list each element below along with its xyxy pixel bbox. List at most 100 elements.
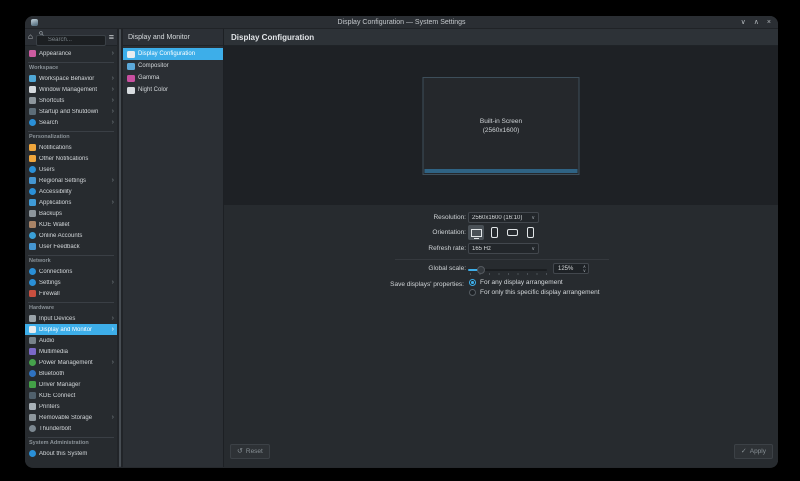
sidebar-item-regional-settings[interactable]: Regional Settings› bbox=[25, 175, 117, 186]
search-input[interactable] bbox=[36, 35, 106, 46]
sidebar-item-label: Thunderbolt bbox=[39, 426, 114, 432]
subcategory-item-display-configuration[interactable]: Display Configuration bbox=[123, 48, 223, 60]
sidebar-item-users[interactable]: Users bbox=[25, 164, 117, 175]
driver-manager-icon bbox=[29, 381, 36, 388]
subcategory-item-gamma[interactable]: Gamma bbox=[123, 72, 223, 84]
removable-storage-icon bbox=[29, 414, 36, 421]
subcategory-header: Display and Monitor bbox=[123, 29, 223, 46]
home-button[interactable]: ⌂ bbox=[28, 33, 33, 41]
subcategory-list: Display Configuration CompositorGammaNigh… bbox=[123, 46, 223, 96]
window-controls: ∨ ∧ × bbox=[741, 19, 771, 26]
apply-button[interactable]: ✓ Apply bbox=[734, 444, 773, 459]
sidebar-item-driver-manager[interactable]: Driver Manager bbox=[25, 379, 117, 390]
sidebar-item-shortcuts[interactable]: Shortcuts› bbox=[25, 95, 117, 106]
sidebar-item-label: Regional Settings bbox=[39, 178, 109, 184]
sidebar-item-workspace-behavior[interactable]: Workspace Behavior› bbox=[25, 73, 117, 84]
orientation-landscape-flipped-button[interactable] bbox=[504, 225, 520, 240]
landscape-flipped-monitor-icon bbox=[507, 229, 518, 236]
chevron-right-icon: › bbox=[112, 279, 114, 286]
thunderbolt-icon bbox=[29, 425, 36, 432]
sidebar-section-workspace: Workspace bbox=[28, 62, 114, 72]
global-scale-spinbox[interactable]: 125% ∧ ∨ bbox=[553, 263, 589, 274]
footer-bar: ↺ Reset ✓ Apply bbox=[224, 438, 778, 467]
global-scale-slider[interactable] bbox=[468, 266, 547, 274]
sidebar-item-firewall[interactable]: Firewall bbox=[25, 288, 117, 299]
sidebar-item-about-this-system[interactable]: About this System bbox=[25, 448, 117, 459]
chevron-right-icon: › bbox=[112, 199, 114, 206]
reset-button[interactable]: ↺ Reset bbox=[230, 444, 270, 459]
sidebar-item-accessibility[interactable]: Accessibility bbox=[25, 186, 117, 197]
sidebar-item-settings[interactable]: Settings› bbox=[25, 277, 117, 288]
sidebar-item-applications[interactable]: Applications› bbox=[25, 197, 117, 208]
sidebar-item-removable-storage[interactable]: Removable Storage› bbox=[25, 412, 117, 423]
sidebar-item-online-accounts[interactable]: Online Accounts bbox=[25, 230, 117, 241]
sidebar-item-label: Settings bbox=[39, 280, 109, 286]
refresh-rate-combobox[interactable]: 165 Hz ∨ bbox=[468, 243, 539, 254]
sidebar-item-label: Power Management bbox=[39, 360, 109, 366]
system-settings-app-icon bbox=[31, 19, 38, 26]
section-divider bbox=[395, 259, 609, 260]
sidebar-item-search[interactable]: Search› bbox=[25, 117, 117, 128]
subcategory-item-label: Display Configuration bbox=[138, 51, 195, 57]
sidebar-item-appearance[interactable]: Appearance› bbox=[25, 48, 117, 59]
orientation-landscape-button[interactable] bbox=[468, 225, 484, 240]
sidebar-item-connections[interactable]: Connections bbox=[25, 266, 117, 277]
shortcuts-icon bbox=[29, 97, 36, 104]
sidebar-item-power-management[interactable]: Power Management› bbox=[25, 357, 117, 368]
radio-checked-icon[interactable] bbox=[469, 279, 476, 286]
minimize-icon[interactable]: ∨ bbox=[741, 19, 746, 26]
builtin-screen-preview[interactable]: Built-in Screen (2560x1600) bbox=[423, 77, 580, 175]
sidebar-item-multimedia[interactable]: Multimedia bbox=[25, 346, 117, 357]
sidebar-item-audio[interactable]: Audio bbox=[25, 335, 117, 346]
portrait-flipped-monitor-icon bbox=[527, 227, 534, 238]
notifications-icon bbox=[29, 144, 36, 151]
landscape-monitor-icon bbox=[471, 229, 482, 237]
radio-any-arrangement[interactable]: For any display arrangement bbox=[469, 279, 563, 286]
spin-down-icon[interactable]: ∨ bbox=[583, 269, 586, 272]
kde-wallet-icon bbox=[29, 221, 36, 228]
sidebar-item-label: Backups bbox=[39, 211, 114, 217]
sidebar-item-kde-connect[interactable]: KDE Connect bbox=[25, 390, 117, 401]
slider-handle[interactable] bbox=[477, 266, 485, 274]
sidebar-item-notifications[interactable]: Notifications bbox=[25, 142, 117, 153]
display-configuration-icon bbox=[127, 51, 135, 58]
subcategory-item-compositor[interactable]: Compositor bbox=[123, 60, 223, 72]
sidebar-scrollbar[interactable] bbox=[119, 29, 121, 467]
sidebar-item-bluetooth[interactable]: Bluetooth bbox=[25, 368, 117, 379]
radio-specific-arrangement[interactable]: For only this specific display arrangeme… bbox=[469, 289, 600, 296]
window-body: ⌂ ≡ Appearance› WorkspaceWorkspace Behavi… bbox=[25, 29, 778, 467]
maximize-icon[interactable]: ∧ bbox=[754, 19, 759, 26]
sidebar-section-personalization: Personalization bbox=[28, 131, 114, 141]
main-panel: Display Configuration Built-in Screen (2… bbox=[224, 29, 778, 467]
sidebar-item-startup-and-shutdown[interactable]: Startup and Shutdown› bbox=[25, 106, 117, 117]
night-color-icon bbox=[127, 87, 135, 94]
sidebar-item-kde-wallet[interactable]: KDE Wallet bbox=[25, 219, 117, 230]
sidebar-item-backups[interactable]: Backups bbox=[25, 208, 117, 219]
resolution-combobox[interactable]: 2560x1600 (16:10) ∨ bbox=[468, 212, 539, 223]
sidebar-item-other-notifications[interactable]: Other Notifications bbox=[25, 153, 117, 164]
sidebar-item-printers[interactable]: Printers bbox=[25, 401, 117, 412]
subcategory-item-night-color[interactable]: Night Color bbox=[123, 84, 223, 96]
apply-label: Apply bbox=[750, 448, 766, 455]
sidebar-item-display-and-monitor[interactable]: Display and Monitor› bbox=[25, 324, 117, 335]
sidebar-item-label: Multimedia bbox=[39, 349, 114, 355]
refresh-rate-label: Refresh rate: bbox=[346, 245, 466, 252]
chevron-down-icon: ∨ bbox=[531, 215, 535, 221]
chevron-right-icon: › bbox=[112, 108, 114, 115]
radio-unchecked-icon[interactable] bbox=[469, 289, 476, 296]
orientation-portrait-flipped-button[interactable] bbox=[522, 225, 538, 240]
sidebar-section-system-administration: System Administration bbox=[28, 437, 114, 447]
hamburger-menu-button[interactable]: ≡ bbox=[109, 33, 114, 42]
global-scale-label: Global scale: bbox=[346, 265, 466, 272]
sidebar-toolbar: ⌂ ≡ bbox=[25, 29, 117, 46]
sidebar-item-thunderbolt[interactable]: Thunderbolt bbox=[25, 423, 117, 434]
close-icon[interactable]: × bbox=[767, 19, 771, 26]
reset-icon: ↺ bbox=[237, 448, 243, 455]
chevron-right-icon: › bbox=[112, 326, 114, 333]
titlebar[interactable]: Display Configuration — System Settings … bbox=[25, 16, 778, 29]
sidebar-item-window-management[interactable]: Window Management› bbox=[25, 84, 117, 95]
sidebar-item-input-devices[interactable]: Input Devices› bbox=[25, 313, 117, 324]
sidebar-item-user-feedback[interactable]: User Feedback bbox=[25, 241, 117, 252]
sidebar-item-label: About this System bbox=[39, 451, 114, 457]
orientation-portrait-button[interactable] bbox=[486, 225, 502, 240]
